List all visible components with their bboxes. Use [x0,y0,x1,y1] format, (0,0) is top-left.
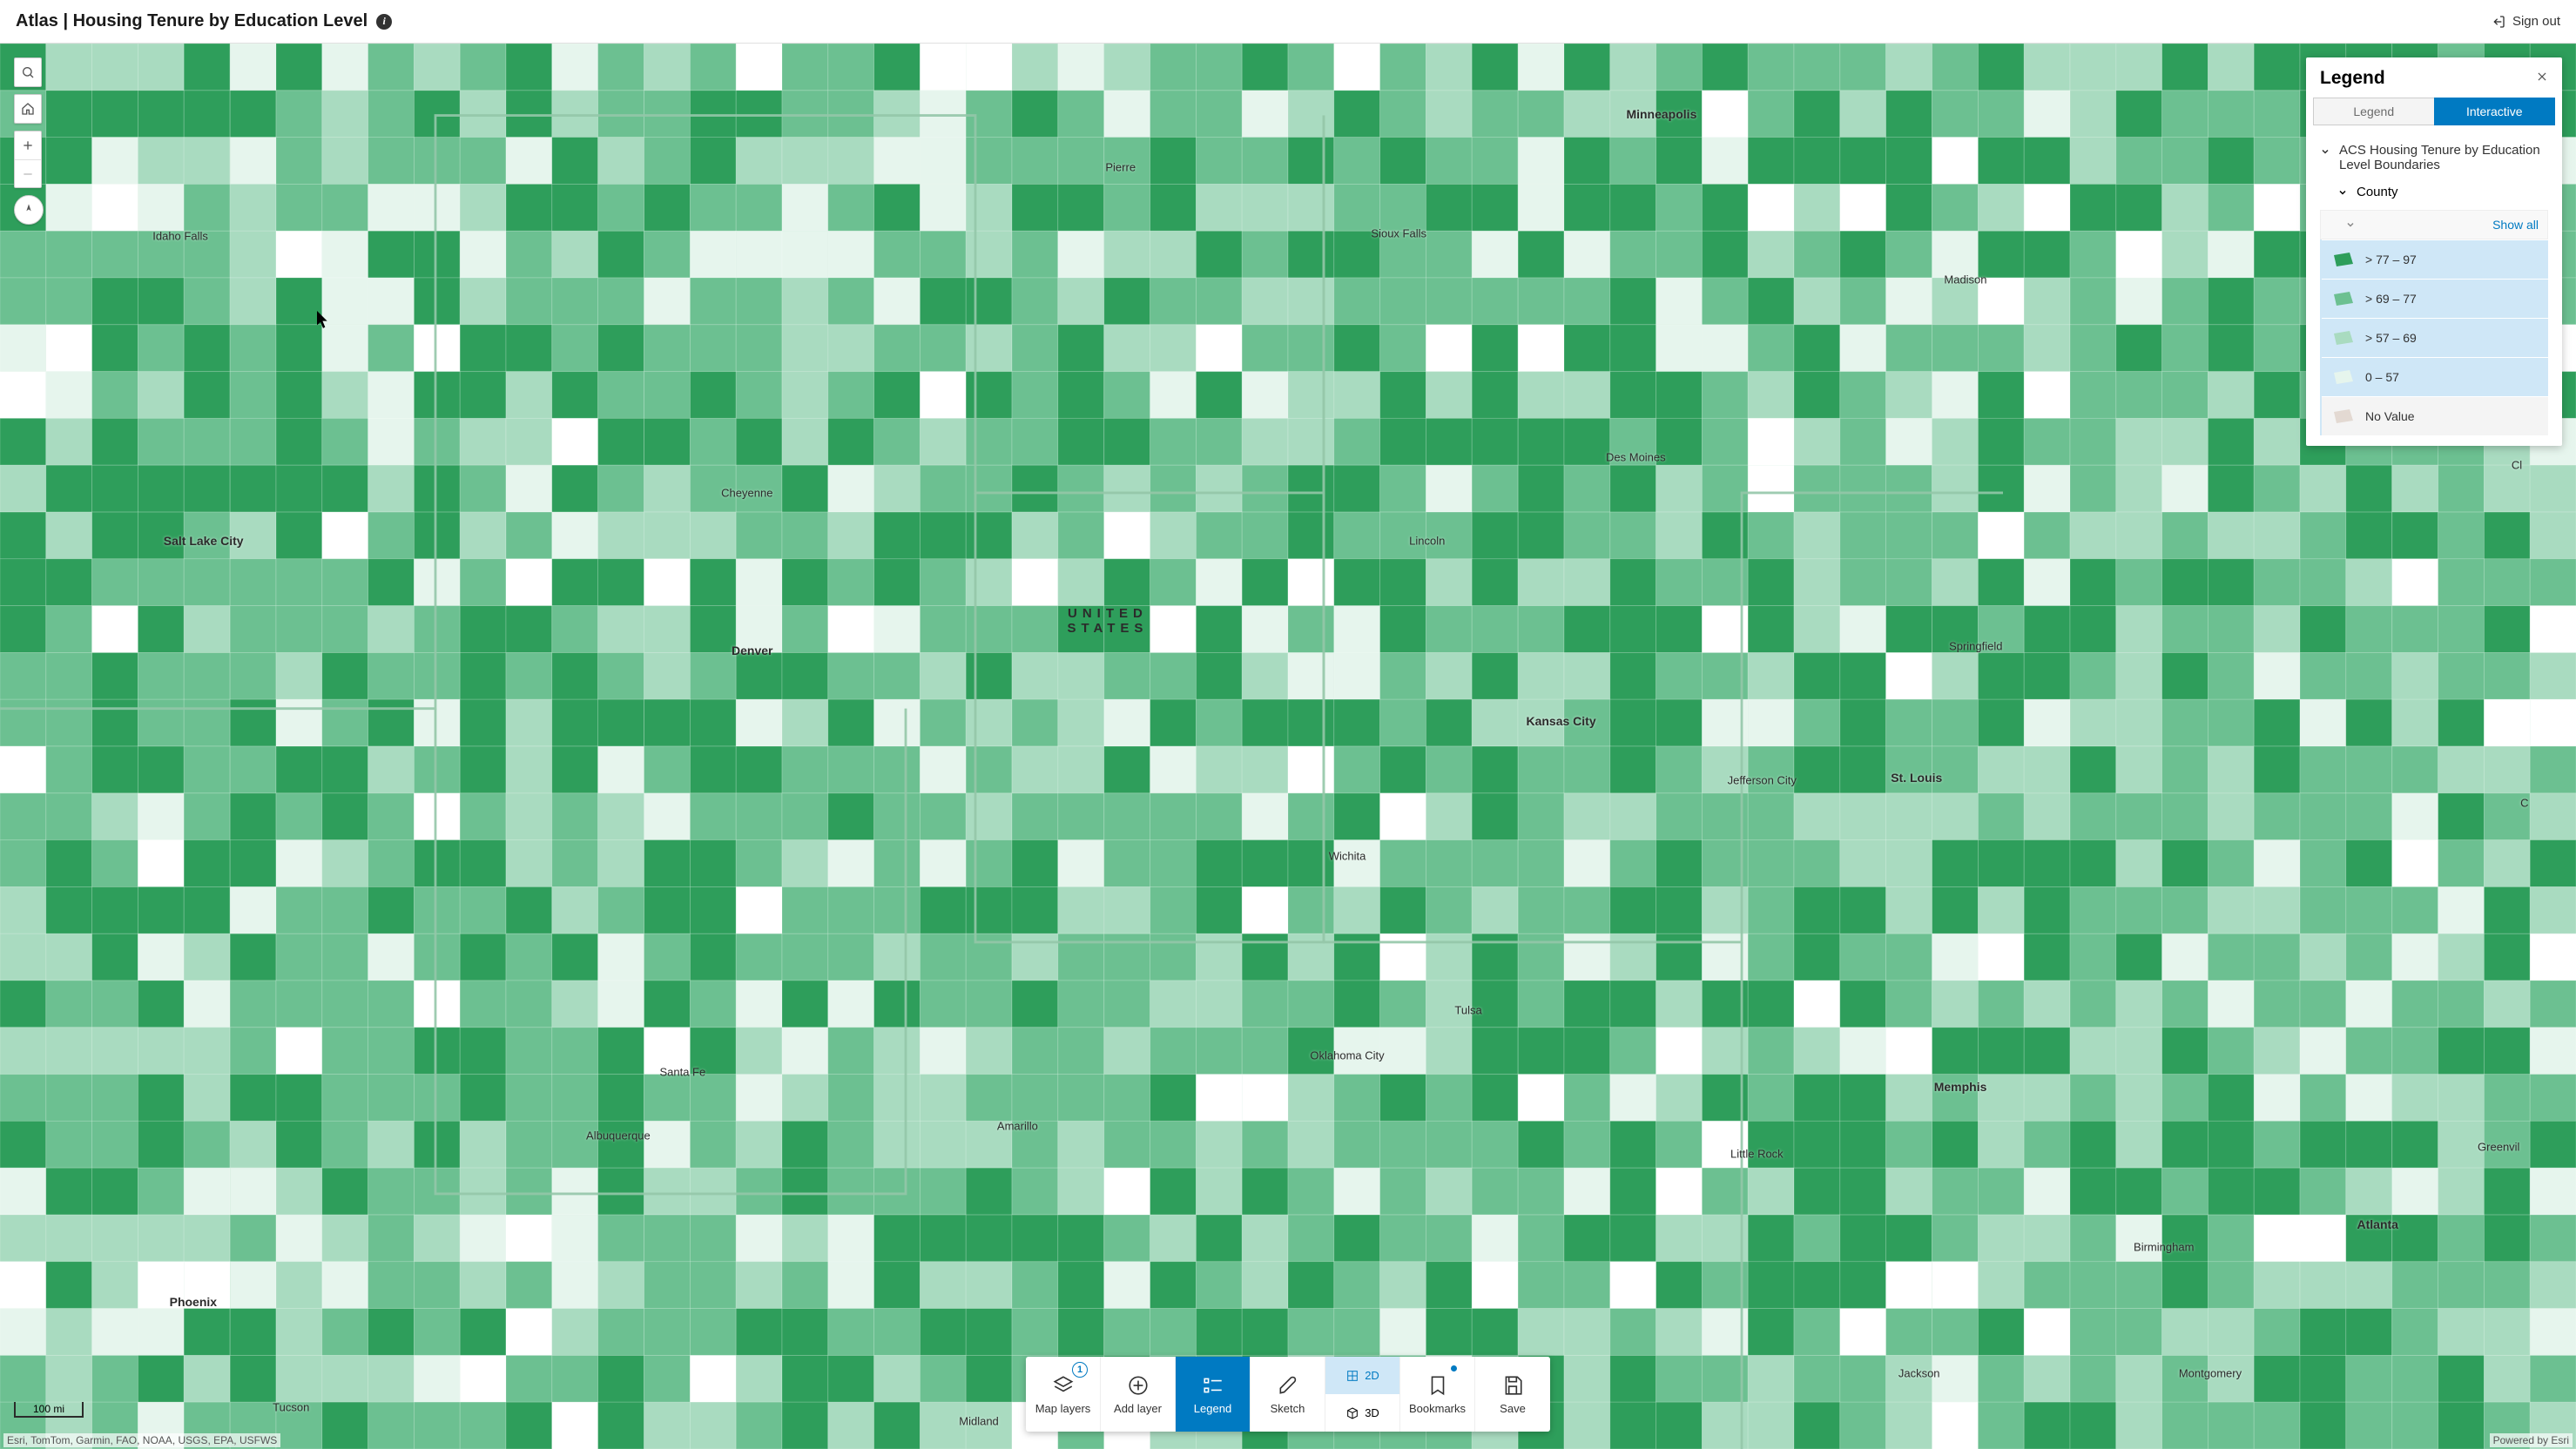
legend-panel-title: Legend [2320,68,2385,89]
plus-icon [21,138,35,152]
legend-class-row[interactable]: 0 – 57 [2322,357,2548,396]
legend-layer-row[interactable]: ACS Housing Tenure by Education Level Bo… [2320,138,2548,181]
legend-class-label: No Value [2365,409,2415,423]
pencil-icon [1277,1374,1299,1397]
save-icon [1501,1374,1524,1397]
tab-legend[interactable]: Legend [2313,98,2434,125]
legend-body: ACS Housing Tenure by Education Level Bo… [2306,132,2562,446]
app-title-wrap: Atlas | Housing Tenure by Education Leve… [16,11,392,31]
close-icon [2536,71,2548,83]
tab-interactive[interactable]: Interactive [2434,98,2556,125]
view-3d-button[interactable]: 3D [1325,1394,1399,1432]
sketch-label: Sketch [1271,1402,1305,1415]
legend-sublayer-row[interactable]: County [2320,181,2548,203]
info-icon[interactable]: i [376,14,392,30]
chevron-down-icon [2320,146,2330,157]
home-button[interactable] [15,95,41,123]
map-2d-icon [1345,1369,1359,1383]
legend-swatch-icon [2334,292,2353,306]
map-layers-badge: 1 [1072,1362,1088,1378]
bottom-toolbar: 1 Map layers Add layer Legend Sketch 2D … [1026,1357,1550,1432]
view-2d-button[interactable]: 2D [1325,1357,1399,1394]
legend-swatch-icon [2334,409,2353,423]
legend-layer-title: ACS Housing Tenure by Education Level Bo… [2339,143,2548,172]
scale-bar: 100 mi [14,1402,84,1418]
cube-3d-icon [1345,1406,1359,1420]
legend-show-all-button[interactable]: Show all [2492,218,2539,232]
map-attribution: Esri, TomTom, Garmin, FAO, NOAA, USGS, E… [3,1433,280,1447]
legend-panel: Legend Legend Interactive ACS Housing Te… [2306,57,2562,446]
add-layer-button[interactable]: Add layer [1101,1357,1176,1432]
legend-tabs: Legend Interactive [2306,98,2562,132]
zoom-tool [14,131,42,188]
map-view[interactable]: UNITED STATES MinneapolisPierreIdaho Fal… [0,44,2576,1449]
legend-showall-row: Show all [2320,210,2548,239]
sign-out-label: Sign out [2512,14,2560,29]
legend-class-row[interactable]: > 77 – 97 [2322,239,2548,279]
chevron-down-icon [2337,187,2348,198]
legend-class-row[interactable]: > 57 – 69 [2322,318,2548,357]
legend-sublayer-title: County [2357,185,2398,199]
compass-button[interactable] [14,195,44,225]
legend-button[interactable]: Legend [1176,1357,1251,1432]
map-layers-button[interactable]: 1 Map layers [1026,1357,1101,1432]
search-icon [21,65,35,79]
save-label: Save [1500,1402,1526,1415]
legend-swatch-icon [2334,331,2353,345]
app-header: Atlas | Housing Tenure by Education Leve… [0,0,2576,44]
minus-icon [21,167,35,181]
compass-icon [22,203,36,217]
home-icon [21,102,35,116]
view-3d-label: 3D [1365,1406,1379,1419]
legend-class-label: 0 – 57 [2365,370,2399,384]
legend-class-row[interactable]: No Value [2322,396,2548,435]
legend-class-label: > 57 – 69 [2365,331,2417,345]
app-title: Atlas | Housing Tenure by Education Leve… [16,11,368,31]
bookmarks-label: Bookmarks [1409,1402,1466,1415]
zoom-in-button[interactable] [15,131,41,159]
save-button[interactable]: Save [1475,1357,1550,1432]
sign-out-button[interactable]: Sign out [2492,14,2560,29]
legend-panel-header: Legend [2306,57,2562,98]
choropleth-background [0,44,2576,1449]
legend-class-label: > 69 – 77 [2365,292,2417,306]
bookmarks-indicator-dot [1451,1365,1457,1371]
zoom-out-button[interactable] [15,159,41,187]
search-tool [14,57,42,87]
legend-label: Legend [1194,1402,1231,1415]
legend-swatch-icon [2334,370,2353,384]
legend-swatch-icon [2334,253,2353,266]
home-tool [14,94,42,124]
layers-icon [1052,1374,1075,1397]
legend-class-label: > 77 – 97 [2365,253,2417,266]
add-layer-label: Add layer [1114,1402,1162,1415]
bookmarks-button[interactable]: Bookmarks [1400,1357,1475,1432]
sign-out-icon [2492,15,2505,29]
legend-icon [1202,1374,1224,1397]
legend-close-button[interactable] [2536,71,2548,87]
scale-label: 100 mi [14,1402,84,1418]
legend-class-row[interactable]: > 69 – 77 [2322,279,2548,318]
bookmark-icon [1426,1374,1449,1397]
chevron-down-icon [2345,219,2356,230]
map-layers-label: Map layers [1035,1402,1091,1415]
view-2d-label: 2D [1365,1369,1379,1382]
sketch-button[interactable]: Sketch [1251,1357,1325,1432]
powered-by: Powered by Esri [2490,1433,2573,1447]
view-mode-toggle: 2D 3D [1325,1357,1400,1432]
plus-circle-icon [1127,1374,1150,1397]
map-tools-top-left [14,57,44,225]
search-button[interactable] [15,58,41,86]
legend-classes: > 77 – 97 > 69 – 77 > 57 – 69 0 – 57 No Valu… [2320,239,2548,435]
